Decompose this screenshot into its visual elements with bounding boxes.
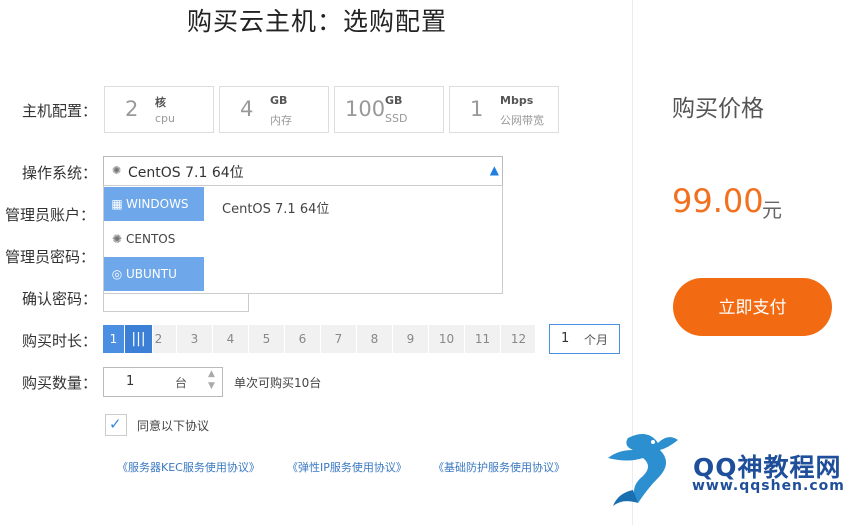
admin-password-label: 管理员密码： (5, 248, 96, 266)
os-label: 操作系统： (22, 164, 98, 182)
duration-cell[interactable]: 3 (177, 325, 213, 353)
kec-agreement-link[interactable]: 《服务器KEC服务使用协议》 (117, 459, 260, 475)
agree-checkbox[interactable]: ✓ (105, 414, 127, 436)
duration-cell[interactable]: 11 (465, 325, 501, 353)
os-option-label: CENTOS (126, 232, 176, 246)
duration-cell[interactable]: 4 (213, 325, 249, 353)
spec-ssd-value: 100 (345, 97, 386, 121)
quantity-stepper[interactable]: 1 台 ▲ ▼ (103, 367, 223, 397)
page-title: 购买云主机：选购配置 (187, 7, 448, 36)
duration-cell[interactable]: 2 (141, 325, 177, 353)
spec-ssd-unit: GB (385, 94, 403, 107)
watermark-url: www.qqshen.com (692, 478, 845, 494)
duration-cell[interactable]: 5 (249, 325, 285, 353)
os-dropdown: ▦ WINDOWS ✺ CENTOS ◎ UBUNTU CentOS 7.1 64位 (103, 185, 503, 294)
duration-cell[interactable]: 8 (357, 325, 393, 353)
os-option-label: UBUNTU (126, 267, 177, 281)
decrement-icon[interactable]: ▼ (208, 381, 215, 391)
duration-cell[interactable]: 12 (501, 325, 537, 353)
duration-unit: 个月 (584, 333, 609, 347)
quantity-unit: 台 (175, 376, 188, 390)
centos-icon: ✺ (112, 164, 122, 177)
duration-value: 1 (561, 331, 570, 346)
caret-up-icon: ▲ (489, 163, 499, 177)
duration-cell[interactable]: 9 (393, 325, 429, 353)
spec-bandwidth-unit: Mbps (500, 94, 534, 107)
quantity-value: 1 (126, 374, 135, 389)
dragon-logo-icon (608, 434, 678, 506)
price-amount: 99.00 (672, 182, 764, 220)
spec-bandwidth[interactable]: 1 Mbps 公网带宽 (449, 86, 559, 133)
os-select-value: CentOS 7.1 64位 (128, 165, 244, 181)
agree-label: 同意以下协议 (137, 419, 210, 433)
spec-memory[interactable]: 4 GB 内存 (219, 86, 329, 133)
os-option-centos[interactable]: ✺ CENTOS (104, 222, 204, 256)
spec-cpu-sub: cpu (155, 112, 176, 125)
spec-memory-sub: 内存 (270, 114, 292, 127)
duration-label: 购买时长： (22, 332, 98, 350)
duration-cell[interactable]: 7 (321, 325, 357, 353)
os-option-ubuntu[interactable]: ◎ UBUNTU (104, 257, 204, 291)
check-icon: ✓ (109, 415, 122, 433)
spec-ssd[interactable]: 100 GB SSD (334, 86, 444, 133)
price-unit: 元 (762, 198, 782, 222)
windows-icon: ▦ (111, 197, 123, 211)
config-label: 主机配置： (22, 102, 98, 120)
spec-bandwidth-sub: 公网带宽 (500, 114, 544, 127)
admin-account-label: 管理员账户： (5, 206, 96, 224)
duration-input[interactable]: 1 个月 (549, 324, 620, 354)
confirm-password-label: 确认密码： (22, 290, 98, 308)
price-title: 购买价格 (672, 96, 764, 122)
protection-agreement-link[interactable]: 《基础防护服务使用协议》 (433, 459, 565, 475)
os-select[interactable]: ✺ CentOS 7.1 64位 ▲ (103, 156, 503, 186)
spec-cpu-unit: 核 (155, 96, 166, 109)
spec-cpu[interactable]: 2 核 cpu (104, 86, 214, 133)
eip-agreement-link[interactable]: 《弹性IP服务使用协议》 (287, 459, 407, 475)
centos-icon: ✺ (111, 232, 123, 246)
spec-memory-unit: GB (270, 94, 288, 107)
spec-memory-value: 4 (240, 97, 254, 121)
os-option-windows[interactable]: ▦ WINDOWS (104, 187, 204, 221)
os-version-option[interactable]: CentOS 7.1 64位 (222, 198, 329, 217)
quantity-label: 购买数量： (22, 374, 98, 392)
increment-icon[interactable]: ▲ (208, 369, 215, 379)
spec-bandwidth-value: 1 (470, 97, 484, 121)
pay-button[interactable]: 立即支付 (673, 278, 832, 336)
quantity-hint: 单次可购买10台 (234, 376, 322, 390)
duration-cell[interactable]: 6 (285, 325, 321, 353)
duration-cell[interactable]: 1 (103, 325, 125, 353)
duration-cell[interactable]: 10 (429, 325, 465, 353)
spec-ssd-sub: SSD (385, 112, 408, 125)
spec-cpu-value: 2 (125, 97, 139, 121)
ubuntu-icon: ◎ (111, 267, 123, 281)
duration-slider[interactable]: 1 ||| 2 3 4 5 6 7 8 9 10 11 12 (103, 325, 537, 353)
os-option-label: WINDOWS (126, 197, 189, 211)
